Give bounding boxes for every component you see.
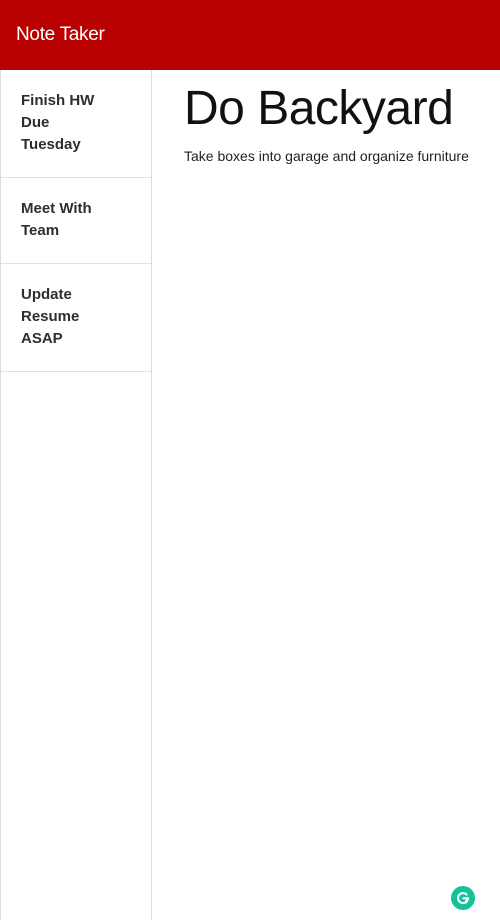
- note-view: Do Backyard Take boxes into garage and o…: [152, 70, 500, 920]
- note-title[interactable]: Do Backyard: [184, 80, 500, 138]
- note-list-item[interactable]: Update Resume ASAP: [1, 264, 151, 372]
- sidebar: Finish HW Due Tuesday Meet With Team Upd…: [0, 70, 152, 920]
- grammarly-icon[interactable]: [451, 886, 475, 910]
- note-list-item-title: Meet With Team: [21, 200, 92, 239]
- note-list-item[interactable]: Finish HW Due Tuesday: [1, 70, 151, 178]
- note-list-item-title: Finish HW Due Tuesday: [21, 92, 95, 153]
- grammarly-g-glyph: [457, 892, 470, 905]
- note-list-item[interactable]: Meet With Team: [1, 178, 151, 264]
- navbar: Note Taker: [0, 0, 500, 70]
- note-list: Finish HW Due Tuesday Meet With Team Upd…: [1, 70, 151, 372]
- app-layout: Finish HW Due Tuesday Meet With Team Upd…: [0, 70, 500, 920]
- note-body[interactable]: Take boxes into garage and organize furn…: [184, 148, 500, 164]
- note-list-item-title: Update Resume ASAP: [21, 286, 80, 347]
- app-title[interactable]: Note Taker: [16, 24, 105, 46]
